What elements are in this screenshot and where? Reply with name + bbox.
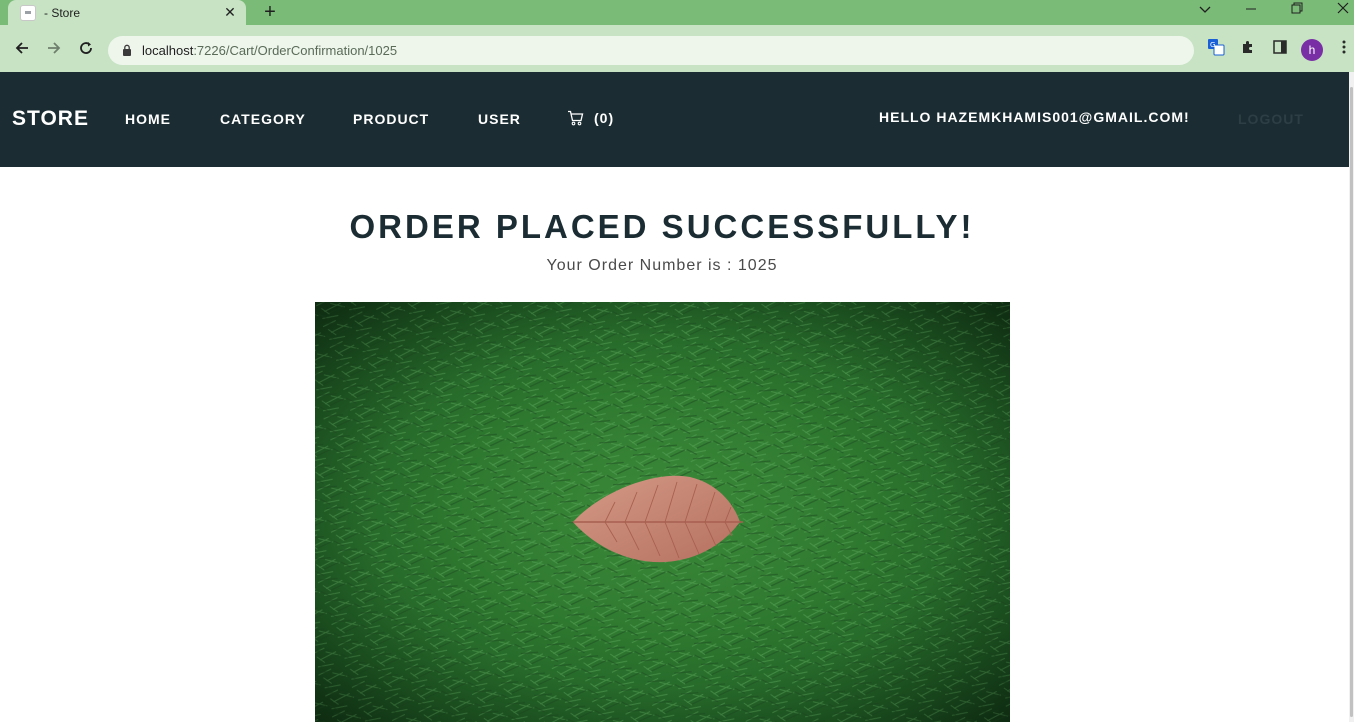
scrollbar-thumb[interactable] bbox=[1350, 87, 1353, 717]
nav-link-category[interactable]: CATEGORY bbox=[220, 111, 306, 127]
cart-link[interactable]: (0) bbox=[567, 110, 614, 126]
page-favicon-icon bbox=[20, 4, 36, 21]
nav-link-product[interactable]: PRODUCT bbox=[353, 111, 429, 127]
side-panel-icon[interactable] bbox=[1269, 36, 1291, 58]
minimize-icon[interactable] bbox=[1231, 0, 1271, 22]
url-text: localhost:7226/Cart/OrderConfirmation/10… bbox=[142, 43, 397, 58]
order-number-label: Your Order Number is : bbox=[546, 257, 733, 274]
close-tab-icon[interactable]: ✕ bbox=[220, 3, 240, 23]
url-path: :7226/Cart/OrderConfirmation/1025 bbox=[193, 43, 398, 58]
svg-text:G: G bbox=[1210, 41, 1215, 49]
address-bar[interactable]: localhost:7226/Cart/OrderConfirmation/10… bbox=[108, 36, 1194, 65]
page-scrollbar[interactable] bbox=[1349, 72, 1354, 722]
back-arrow-icon[interactable] bbox=[10, 36, 34, 60]
user-greeting: HELLO HAZEMKHAMIS001@GMAIL.COM! bbox=[879, 109, 1190, 125]
shopping-cart-icon bbox=[568, 110, 584, 126]
page-title: ORDER PLACED SUCCESSFULLY! bbox=[349, 208, 975, 245]
order-number-value: 1025 bbox=[737, 257, 778, 274]
close-window-icon[interactable] bbox=[1323, 0, 1354, 22]
tab-title: - Store bbox=[44, 5, 81, 20]
translate-icon[interactable]: G bbox=[1205, 36, 1227, 58]
extensions-puzzle-icon[interactable] bbox=[1237, 36, 1259, 58]
new-tab-icon[interactable]: + bbox=[258, 1, 282, 23]
brand-logo[interactable]: STORE bbox=[12, 107, 89, 131]
browser-tab[interactable]: - Store ✕ bbox=[8, 0, 246, 25]
menu-kebab-icon[interactable] bbox=[1333, 36, 1354, 58]
browser-tab-bar: - Store ✕ + bbox=[0, 0, 1354, 25]
logout-button[interactable]: LOGOUT bbox=[1238, 111, 1304, 127]
order-number-line: Your Order Number is : 1025 bbox=[0, 257, 1324, 275]
url-host: localhost bbox=[142, 43, 194, 58]
forward-arrow-icon[interactable] bbox=[42, 36, 66, 60]
nav-link-user[interactable]: USER bbox=[478, 111, 521, 127]
lock-icon bbox=[123, 44, 131, 56]
leaf-on-grass-illustration bbox=[315, 302, 1010, 722]
nav-link-home[interactable]: HOME bbox=[125, 111, 171, 127]
reload-icon[interactable] bbox=[74, 36, 98, 60]
confirmation-image bbox=[315, 302, 1010, 722]
cart-count: (0) bbox=[594, 110, 615, 126]
tab-search-chevron-icon[interactable] bbox=[1185, 0, 1225, 22]
site-navbar: STORE HOME CATEGORY PRODUCT USER (0) HEL… bbox=[0, 72, 1349, 167]
restore-icon[interactable] bbox=[1277, 0, 1317, 22]
profile-avatar[interactable]: h bbox=[1301, 39, 1323, 61]
